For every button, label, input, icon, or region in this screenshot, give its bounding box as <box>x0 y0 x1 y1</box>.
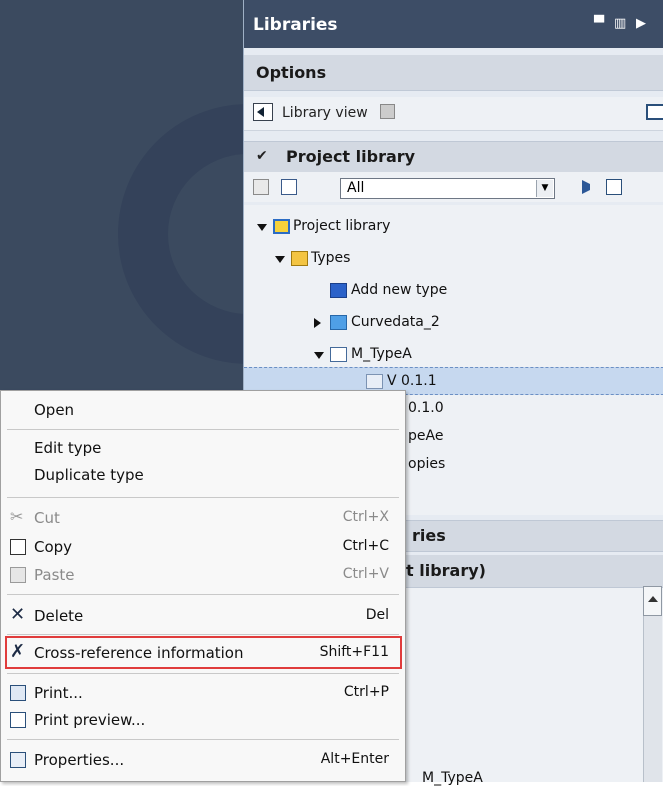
properties-icon <box>10 752 26 768</box>
menu-item-cut[interactable]: ✂ Cut Ctrl+X <box>1 504 405 532</box>
menu-item-open[interactable]: Open <box>1 396 405 424</box>
tree-node-types[interactable]: Types <box>244 245 663 273</box>
split-pane-icon[interactable]: ▥ <box>614 17 627 30</box>
scroll-up-button[interactable] <box>643 586 662 616</box>
menu-separator <box>7 634 399 635</box>
expand-arrow-icon[interactable] <box>275 256 285 263</box>
menu-item-label: Open <box>34 401 75 419</box>
menu-separator <box>7 429 399 430</box>
print-preview-icon <box>10 712 26 728</box>
highlight-box <box>5 636 402 669</box>
menu-item-print-preview[interactable]: Print preview... <box>1 706 405 734</box>
library-view-row: Library view <box>244 97 663 131</box>
update-types-icon[interactable] <box>582 180 594 194</box>
version-icon <box>366 374 383 389</box>
menu-item-paste[interactable]: Paste Ctrl+V <box>1 561 405 589</box>
dropdown-arrow-icon[interactable]: ▼ <box>536 180 553 197</box>
menu-separator <box>7 497 399 498</box>
info-item-label: M_TypeA <box>422 770 483 786</box>
type-filter-select[interactable]: All ▼ <box>340 178 555 199</box>
global-libraries-header-label: ries <box>412 526 446 545</box>
menu-item-label: Paste <box>34 566 75 584</box>
menu-item-edit-type[interactable]: Edit type <box>1 434 405 462</box>
menu-item-label: Cut <box>34 509 60 527</box>
menu-item-label: Properties... <box>34 751 125 769</box>
tree-node-label: Add new type <box>351 282 448 298</box>
expand-arrow-icon[interactable] <box>314 352 324 359</box>
options-label: Options <box>256 63 327 82</box>
tree-node-label: V 0.1.1 <box>387 373 437 389</box>
type-block-icon <box>330 315 347 330</box>
options-section-header[interactable]: Options <box>244 55 663 91</box>
menu-item-shortcut: Ctrl+V <box>342 566 389 582</box>
scrollbar-track[interactable] <box>643 616 662 782</box>
filter-selected-value: All <box>347 180 365 196</box>
library-settings-icon[interactable] <box>380 104 395 119</box>
tree-node-project-library[interactable]: Project library <box>244 213 663 241</box>
tree-node-label: Types <box>311 250 351 266</box>
libraries-title: Libraries <box>253 15 338 35</box>
library-view-label[interactable]: Library view <box>282 105 368 121</box>
print-icon <box>10 685 26 701</box>
menu-separator <box>7 594 399 595</box>
tree-node-label: opies <box>408 456 446 472</box>
menu-item-label: Print preview... <box>34 711 146 729</box>
add-new-type-icon <box>330 283 347 298</box>
type-icon <box>330 347 347 362</box>
menu-item-properties[interactable]: Properties... Alt+Enter <box>1 746 405 774</box>
context-menu: Open Edit type Duplicate type ✂ Cut Ctrl… <box>0 390 406 782</box>
menu-item-delete[interactable]: ✕ Delete Del <box>1 602 405 630</box>
menu-separator <box>7 739 399 740</box>
tree-node-label: peAe <box>408 428 444 444</box>
menu-item-shortcut: Ctrl+P <box>343 684 389 700</box>
expand-arrow-icon[interactable] <box>257 224 267 231</box>
tree-node-add-new-type[interactable]: Add new type <box>244 277 663 305</box>
menu-separator <box>7 673 399 674</box>
tree-node-label: Project library <box>293 218 391 234</box>
menu-item-print[interactable]: Print... Ctrl+P <box>1 679 405 707</box>
menu-item-label: Copy <box>34 538 73 556</box>
project-library-header-label: Project library <box>286 147 416 166</box>
library-view-icon[interactable] <box>253 103 273 121</box>
menu-item-shortcut: Ctrl+X <box>342 509 389 525</box>
project-library-icon <box>273 219 290 234</box>
menu-item-label: Edit type <box>34 439 102 457</box>
libraries-title-bar: Libraries ▀ ▥ ▶ <box>244 0 663 48</box>
collapsed-arrow-icon[interactable] <box>314 318 321 328</box>
project-library-section-header[interactable]: ✔ Project library <box>244 141 663 173</box>
menu-item-label: Delete <box>34 607 84 625</box>
float-pane-icon[interactable]: ▀ <box>594 17 607 30</box>
open-library-view-icon[interactable] <box>646 104 663 120</box>
menu-item-duplicate-type[interactable]: Duplicate type <box>1 461 405 489</box>
tree-node-m-typea[interactable]: M_TypeA <box>244 341 663 369</box>
menu-item-shortcut: Del <box>365 607 389 623</box>
chevron-down-icon[interactable]: ✔ <box>256 148 268 164</box>
scissors-icon: ✂ <box>10 507 24 526</box>
paste-icon <box>10 567 26 583</box>
library-toolbar: All ▼ <box>244 172 663 202</box>
delete-icon: ✕ <box>10 604 26 625</box>
tree-node-curvedata[interactable]: Curvedata_2 <box>244 309 663 337</box>
menu-item-shortcut: Ctrl+C <box>342 538 389 554</box>
info-header-label: t library) <box>406 561 486 580</box>
new-folder-icon[interactable] <box>253 179 269 195</box>
collapse-pane-icon[interactable]: ▶ <box>636 17 649 30</box>
menu-item-label: Duplicate type <box>34 466 144 484</box>
menu-item-copy[interactable]: Copy Ctrl+C <box>1 533 405 561</box>
menu-item-label: Print... <box>34 684 83 702</box>
menu-item-shortcut: Alt+Enter <box>320 751 389 767</box>
details-view-icon[interactable] <box>281 179 297 195</box>
tree-node-label: M_TypeA <box>351 346 412 362</box>
release-types-icon[interactable] <box>606 179 622 195</box>
tree-node-label: Curvedata_2 <box>351 314 440 330</box>
copy-icon <box>10 539 26 555</box>
tree-node-label: 0.1.0 <box>408 400 444 416</box>
types-folder-icon <box>291 251 308 266</box>
